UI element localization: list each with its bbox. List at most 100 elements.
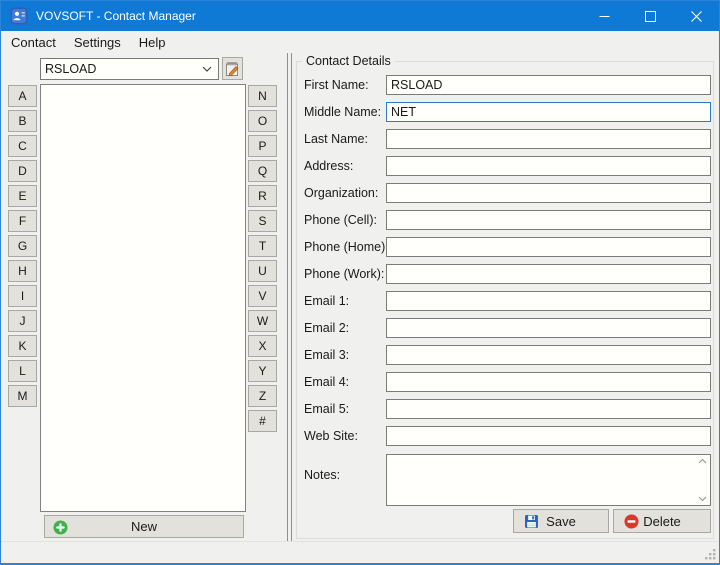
- notes-textarea[interactable]: [386, 454, 711, 506]
- phone-home-label: Phone (Home):: [304, 240, 389, 254]
- resize-grip[interactable]: [704, 548, 717, 561]
- alpha-button-m[interactable]: M: [8, 385, 37, 407]
- alpha-button-u[interactable]: U: [248, 260, 277, 282]
- save-floppy-icon: [525, 515, 538, 528]
- panel-splitter[interactable]: [287, 53, 292, 541]
- notes-scrollbar[interactable]: [694, 455, 710, 505]
- alpha-button-y[interactable]: Y: [248, 360, 277, 382]
- address-label: Address:: [304, 159, 354, 173]
- email-4-input[interactable]: [386, 372, 711, 392]
- close-button[interactable]: [673, 1, 719, 31]
- field-row-organization: Organization:: [297, 183, 713, 203]
- phone-work-input[interactable]: [386, 264, 711, 284]
- middle-name-input[interactable]: [386, 102, 711, 122]
- email-5-label: Email 5:: [304, 402, 350, 416]
- chevron-down-icon: [202, 66, 212, 72]
- alpha-button-t[interactable]: T: [248, 235, 277, 257]
- group-title: Contact Details: [302, 54, 395, 68]
- window-controls: [581, 1, 719, 31]
- field-row-email-4: Email 4:: [297, 372, 713, 392]
- window-title: VOVSOFT - Contact Manager: [36, 9, 196, 23]
- titlebar[interactable]: VOVSOFT - Contact Manager: [1, 1, 719, 31]
- last-name-input[interactable]: [386, 129, 711, 149]
- field-row-last-name: Last Name:: [297, 129, 713, 149]
- alpha-button-w[interactable]: W: [248, 310, 277, 332]
- email-5-input[interactable]: [386, 399, 711, 419]
- edit-pencil-icon: [226, 61, 239, 76]
- alpha-button-l[interactable]: L: [8, 360, 37, 382]
- alpha-button-k[interactable]: K: [8, 335, 37, 357]
- alphabet-column-left: A B C D E F G H I J K L M: [8, 85, 37, 410]
- field-row-address: Address:: [297, 156, 713, 176]
- last-name-label: Last Name:: [304, 132, 368, 146]
- maximize-icon: [644, 10, 656, 22]
- email-3-input[interactable]: [386, 345, 711, 365]
- email-2-input[interactable]: [386, 318, 711, 338]
- field-row-phone-cell: Phone (Cell):: [297, 210, 713, 230]
- menu-contact[interactable]: Contact: [2, 32, 65, 53]
- field-row-email-1: Email 1:: [297, 291, 713, 311]
- new-button-label: New: [130, 519, 157, 534]
- save-button[interactable]: Save: [513, 509, 609, 533]
- phone-work-label: Phone (Work):: [304, 267, 385, 281]
- delete-button[interactable]: Delete: [613, 509, 711, 533]
- organization-label: Organization:: [304, 186, 379, 200]
- alpha-button-a[interactable]: A: [8, 85, 37, 107]
- alpha-button-o[interactable]: O: [248, 110, 277, 132]
- maximize-button[interactable]: [627, 1, 673, 31]
- email-2-label: Email 2:: [304, 321, 350, 335]
- phone-home-input[interactable]: [386, 237, 711, 257]
- alpha-button-x[interactable]: X: [248, 335, 277, 357]
- alpha-button-n[interactable]: N: [248, 85, 277, 107]
- scroll-up-icon[interactable]: [698, 458, 707, 464]
- alpha-button-q[interactable]: Q: [248, 160, 277, 182]
- statusbar: [1, 541, 719, 563]
- alpha-button-v[interactable]: V: [248, 285, 277, 307]
- alpha-button-hash[interactable]: #: [248, 410, 277, 432]
- alpha-button-f[interactable]: F: [8, 210, 37, 232]
- field-row-web-site: Web Site:: [297, 426, 713, 446]
- minimize-icon: [599, 15, 609, 17]
- alpha-button-b[interactable]: B: [8, 110, 37, 132]
- close-icon: [690, 10, 702, 22]
- alpha-button-p[interactable]: P: [248, 135, 277, 157]
- contact-list[interactable]: [40, 84, 246, 512]
- new-contact-button[interactable]: New: [44, 515, 244, 538]
- delete-button-label: Delete: [643, 513, 681, 529]
- first-name-input[interactable]: [386, 75, 711, 95]
- web-site-input[interactable]: [386, 426, 711, 446]
- plus-icon: [53, 520, 68, 535]
- alpha-button-e[interactable]: E: [8, 185, 37, 207]
- alpha-button-s[interactable]: S: [248, 210, 277, 232]
- web-site-label: Web Site:: [304, 429, 358, 443]
- contact-dropdown[interactable]: RSLOAD: [40, 58, 219, 80]
- alpha-button-g[interactable]: G: [8, 235, 37, 257]
- app-icon: [10, 7, 28, 25]
- field-row-first-name: First Name:: [297, 75, 713, 95]
- email-3-label: Email 3:: [304, 348, 350, 362]
- app-window: VOVSOFT - Contact Manager Contact Settin…: [0, 0, 720, 565]
- menu-help[interactable]: Help: [130, 32, 175, 53]
- save-button-label: Save: [546, 513, 576, 529]
- field-row-phone-home: Phone (Home):: [297, 237, 713, 257]
- address-input[interactable]: [386, 156, 711, 176]
- email-1-input[interactable]: [386, 291, 711, 311]
- organization-input[interactable]: [386, 183, 711, 203]
- menubar: Contact Settings Help: [1, 31, 719, 53]
- edit-contact-button[interactable]: [222, 57, 243, 80]
- alpha-button-h[interactable]: H: [8, 260, 37, 282]
- phone-cell-input[interactable]: [386, 210, 711, 230]
- delete-icon: [624, 514, 639, 529]
- alpha-button-i[interactable]: I: [8, 285, 37, 307]
- scroll-down-icon[interactable]: [698, 496, 707, 502]
- field-row-email-3: Email 3:: [297, 345, 713, 365]
- alpha-button-c[interactable]: C: [8, 135, 37, 157]
- field-row-phone-work: Phone (Work):: [297, 264, 713, 284]
- alpha-button-r[interactable]: R: [248, 185, 277, 207]
- alpha-button-j[interactable]: J: [8, 310, 37, 332]
- minimize-button[interactable]: [581, 1, 627, 31]
- menu-settings[interactable]: Settings: [65, 32, 130, 53]
- field-row-email-2: Email 2:: [297, 318, 713, 338]
- alpha-button-d[interactable]: D: [8, 160, 37, 182]
- alpha-button-z[interactable]: Z: [248, 385, 277, 407]
